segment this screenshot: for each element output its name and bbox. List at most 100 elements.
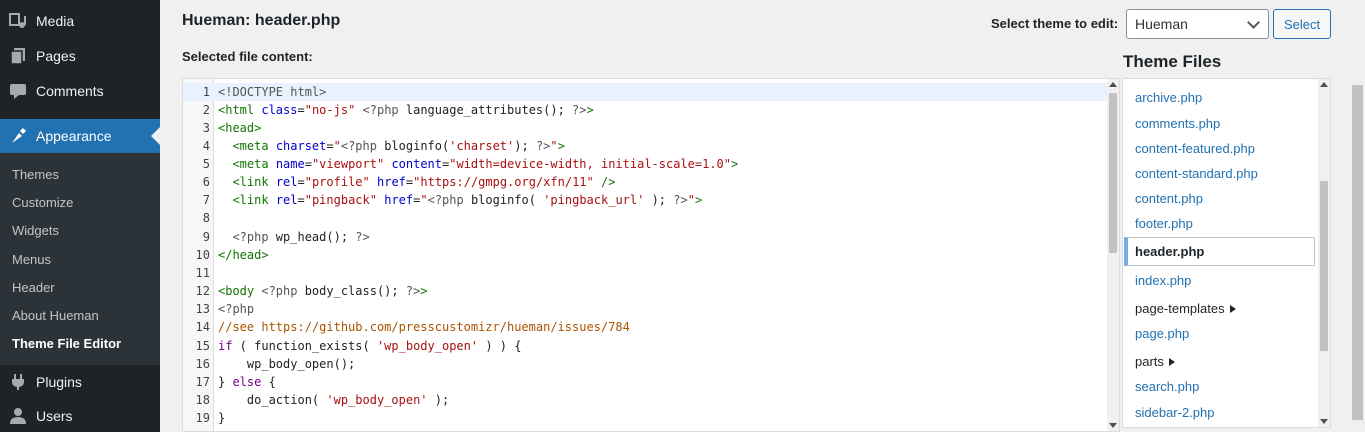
code-text: <!DOCTYPE html> (218, 85, 327, 99)
code-line: 18 do_action( 'wp_body_open' ); (183, 391, 1108, 409)
file-index-php[interactable]: index.php (1135, 273, 1191, 288)
menu-item-pages[interactable]: Pages (0, 39, 160, 73)
line-number: 12 (195, 284, 210, 298)
menu-label-comments: Comments (36, 83, 104, 99)
scroll-down-arrow-icon[interactable] (1320, 419, 1328, 424)
menu-item-comments[interactable]: Comments (0, 74, 160, 108)
submenu-widgets[interactable]: Widgets (12, 223, 59, 238)
menu-item-appearance[interactable]: Appearance (0, 119, 160, 153)
code-line: 13 <?php (183, 300, 1108, 318)
admin-sidebar: Media Pages Comments Appearance Themes C… (0, 0, 160, 432)
code-line: 12 <body <?php body_class(); ?>> (183, 282, 1108, 300)
code-editor[interactable]: 1 <!DOCTYPE html> 2 <html class="no-js" <?… (182, 78, 1120, 432)
file-header-php-current[interactable]: header.php (1124, 237, 1315, 266)
appearance-icon (8, 126, 28, 146)
code-line: 15 if ( function_exists( 'wp_body_open' )… (183, 337, 1108, 355)
line-number: 15 (195, 339, 210, 353)
plugins-icon (8, 372, 28, 392)
menu-item-plugins[interactable]: Plugins (0, 365, 160, 399)
line-number: 3 (202, 121, 210, 135)
code-line: 7 <link rel="pingback" href="<?php blogi… (183, 191, 1108, 209)
scroll-down-arrow-icon[interactable] (1109, 423, 1117, 428)
line-number: 10 (195, 248, 210, 262)
files-scroll-thumb[interactable] (1320, 181, 1328, 351)
submenu-theme-file-editor[interactable]: Theme File Editor (12, 336, 121, 351)
line-number: 5 (202, 157, 210, 171)
folder-parts[interactable]: parts (1135, 354, 1175, 369)
menu-item-media[interactable]: Media (0, 4, 160, 38)
code-line: 14 //see https://github.com/presscustomiz… (183, 318, 1108, 336)
file-search-php[interactable]: search.php (1135, 379, 1199, 394)
scroll-up-arrow-icon[interactable] (1109, 82, 1117, 87)
code-line: 4 <meta charset="<?php bloginfo('charset… (183, 137, 1108, 155)
line-number: 18 (195, 393, 210, 407)
code-text: <?php (218, 302, 255, 316)
file-archive-php[interactable]: archive.php (1135, 90, 1202, 105)
line-number: 11 (195, 266, 210, 280)
submenu-menus[interactable]: Menus (12, 252, 51, 267)
scroll-up-arrow-icon[interactable] (1320, 82, 1328, 87)
line-number: 16 (195, 357, 210, 371)
code-text: <link rel="profile" href="https://gmpg.o… (232, 175, 616, 189)
menu-label-appearance: Appearance (36, 128, 112, 144)
code-text: <body <?php body_class(); ?>> (218, 284, 428, 298)
menu-label-users: Users (36, 408, 73, 424)
media-icon (8, 11, 28, 31)
code-text: if ( function_exists( 'wp_body_open' ) )… (218, 339, 522, 353)
file-comments-php[interactable]: comments.php (1135, 116, 1220, 131)
appearance-submenu: Themes Customize Widgets Menus Header Ab… (0, 153, 160, 365)
code-line: 17 } else { (183, 373, 1108, 391)
theme-select-label: Select theme to edit: (991, 16, 1119, 31)
line-number: 14 (195, 320, 210, 334)
code-line: 16 wp_body_open(); (183, 355, 1108, 373)
code-text: <head> (218, 121, 262, 135)
code-line: 8 (183, 209, 1108, 227)
line-number: 17 (195, 375, 210, 389)
page-title: Hueman: header.php (182, 12, 341, 29)
selected-file-label: Selected file content: (182, 49, 313, 64)
folder-label: parts (1135, 354, 1164, 369)
theme-files-title: Theme Files (1123, 52, 1222, 71)
line-number: 4 (202, 139, 210, 153)
main-content: Hueman: header.php Select theme to edit:… (160, 0, 1365, 432)
code-text: <meta name="viewport" content="width=dev… (232, 157, 739, 171)
expand-arrow-icon (1229, 305, 1236, 313)
code-text: wp_body_open(); (218, 357, 356, 371)
code-line: 6 <link rel="profile" href="https://gmpg… (183, 173, 1108, 191)
file-content-standard-php[interactable]: content-standard.php (1135, 166, 1258, 181)
submenu-header[interactable]: Header (12, 280, 55, 295)
page-scrollbar-thumb[interactable] (1352, 85, 1363, 420)
file-page-php[interactable]: page.php (1135, 326, 1189, 341)
code-text: } else { (218, 375, 276, 389)
menu-label-media: Media (36, 13, 75, 29)
select-theme-button[interactable]: Select (1273, 9, 1331, 39)
line-number: 19 (195, 411, 210, 425)
submenu-themes[interactable]: Themes (12, 167, 59, 182)
code-line: 3 <head> (183, 119, 1108, 137)
users-icon (8, 406, 28, 426)
file-content-php[interactable]: content.php (1135, 191, 1203, 206)
line-number: 1 (202, 85, 210, 99)
code-line: 11 (183, 264, 1108, 282)
code-line: 9 <?php wp_head(); ?> (183, 228, 1108, 246)
file-content-featured-php[interactable]: content-featured.php (1135, 141, 1255, 156)
menu-label-plugins: Plugins (36, 374, 82, 390)
submenu-about-hueman[interactable]: About Hueman (12, 308, 99, 323)
theme-select-dropdown[interactable]: Hueman (1126, 9, 1269, 39)
expand-arrow-icon (1168, 358, 1175, 366)
menu-item-users[interactable]: Users (0, 399, 160, 432)
folder-page-templates[interactable]: page-templates (1135, 301, 1236, 316)
folder-label: page-templates (1135, 301, 1225, 316)
editor-scrollbar[interactable] (1107, 79, 1119, 431)
files-scrollbar[interactable] (1318, 79, 1330, 427)
comments-icon (8, 81, 28, 101)
code-text: <?php wp_head(); ?> (232, 230, 370, 244)
editor-scroll-thumb[interactable] (1109, 93, 1117, 253)
submenu-customize[interactable]: Customize (12, 195, 73, 210)
file-footer-php[interactable]: footer.php (1135, 216, 1193, 231)
code-line: 10 </head> (183, 246, 1108, 264)
line-number: 9 (202, 230, 210, 244)
file-sidebar-2-php[interactable]: sidebar-2.php (1135, 405, 1215, 420)
code-text: <html class="no-js" <?php language_attri… (218, 103, 594, 117)
code-text: } (218, 411, 226, 425)
